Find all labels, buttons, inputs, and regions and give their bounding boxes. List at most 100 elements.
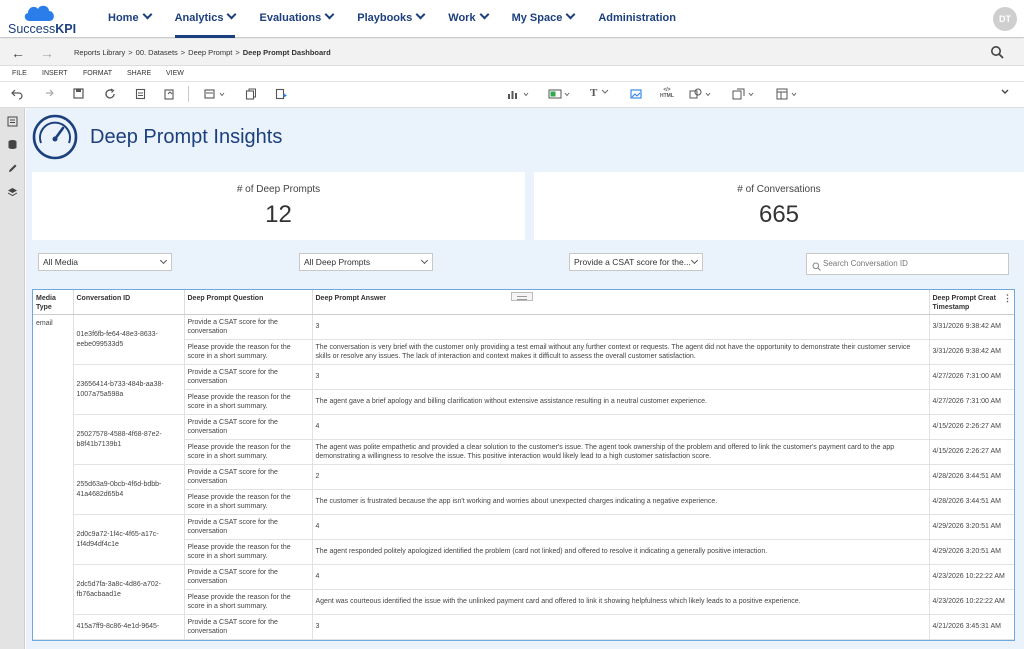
menu-file[interactable]: FILE — [12, 70, 27, 77]
menu-insert[interactable]: INSERT — [42, 70, 68, 77]
chart-icon[interactable] — [507, 88, 531, 100]
conversation-id-cell[interactable]: 2d0c9a72-1f4c-4f65-a17c-1f4d94df4c1e — [73, 514, 185, 565]
question-cell: Provide a CSAT score for the conversatio… — [184, 464, 313, 490]
nav-my-space[interactable]: My Space — [500, 0, 587, 38]
shapes-icon[interactable] — [689, 88, 713, 100]
timestamp-cell: 4/27/2026 7:31:00 AM — [929, 389, 1014, 415]
conversation-search-input[interactable]: Search Conversation ID — [806, 253, 1009, 275]
add-dataset-icon[interactable] — [204, 88, 226, 100]
kpi-value: 665 — [758, 201, 800, 228]
brand-name: SuccessKPI — [8, 22, 76, 36]
col-answer[interactable]: Deep Prompt Answer — [312, 290, 930, 315]
conversation-id-cell[interactable]: 01e3f6fb-fe64-48e3-8633-eebe099533d5 — [73, 314, 185, 365]
col-conversation-id[interactable]: Conversation ID — [73, 290, 185, 315]
chevron-down-icon — [415, 9, 426, 20]
nav-playbooks[interactable]: Playbooks — [345, 0, 436, 38]
nav-administration[interactable]: Administration — [586, 0, 688, 38]
nav-label: My Space — [511, 12, 563, 24]
answer-cell: The agent gave a brief apology and billi… — [312, 389, 930, 415]
question-cell: Please provide the reason for the score … — [184, 489, 313, 515]
chevron-down-icon — [142, 9, 153, 20]
text-icon[interactable]: T — [590, 87, 610, 99]
search-icon — [812, 259, 821, 279]
answer-cell: 4 — [312, 564, 930, 590]
conversation-id-cell[interactable]: 25027578-4588-4f68-87e2-b8f41b7139b1 — [73, 414, 185, 465]
answer-cell: The conversation is very brief with the … — [312, 339, 930, 365]
menu-view[interactable]: VIEW — [166, 70, 184, 77]
database-icon[interactable] — [7, 137, 18, 149]
search-icon[interactable] — [990, 45, 1004, 64]
new-page-icon[interactable] — [275, 88, 287, 100]
answer-cell: 3 — [312, 364, 930, 390]
search-placeholder: Search Conversation ID — [823, 259, 908, 268]
deep-prompt-filter[interactable]: All Deep Prompts — [299, 253, 433, 271]
question-filter[interactable]: Provide a CSAT score for the... — [569, 253, 703, 271]
app-logo[interactable]: SuccessKPI — [8, 3, 76, 36]
timestamp-cell: 4/23/2026 10:22:22 AM — [929, 589, 1014, 615]
question-cell: Provide a CSAT score for the conversatio… — [184, 314, 313, 340]
breadcrumb-item[interactable]: Reports Library — [74, 48, 125, 57]
answer-cell: The customer is frustrated because the a… — [312, 489, 930, 515]
back-arrow-icon[interactable]: ← — [11, 45, 25, 61]
col-media-type[interactable]: Media Type — [33, 290, 74, 315]
kpi-deep-prompts: # of Deep Prompts 12 — [32, 172, 525, 240]
brand-light: Success — [8, 22, 56, 36]
filter-icon[interactable] — [732, 88, 756, 100]
pages-icon[interactable] — [7, 114, 18, 127]
copy-icon[interactable] — [245, 88, 257, 100]
pencil-icon[interactable] — [7, 161, 18, 172]
html-icon[interactable]: </> HTML — [660, 87, 674, 99]
export-icon[interactable] — [163, 88, 175, 100]
nav-analytics[interactable]: Analytics — [163, 0, 248, 38]
conversation-id-cell[interactable]: 415a7ff9-8c86-4e1d-9645- — [73, 614, 185, 640]
collapse-toolbar-icon[interactable] — [1000, 88, 1010, 96]
question-cell: Please provide the reason for the score … — [184, 539, 313, 565]
menu-share[interactable]: SHARE — [127, 70, 151, 77]
refresh-icon[interactable] — [104, 88, 116, 100]
undo-icon[interactable] — [11, 88, 23, 100]
page-title: Deep Prompt Insights — [90, 126, 283, 148]
nav-evaluations[interactable]: Evaluations — [247, 0, 345, 38]
table-row[interactable]: 23656414-b733-484b-aa38-1007a75a598a Prov… — [33, 364, 1014, 415]
breadcrumb-item[interactable]: 00. Datasets — [136, 48, 178, 57]
table-row[interactable]: 2dc5d7fa-3a8c-4d86-a702-fb76acbaad1e Prov… — [33, 564, 1014, 615]
kpi-icon[interactable] — [548, 88, 572, 100]
answer-cell: 3 — [312, 314, 930, 340]
drag-handle[interactable] — [511, 292, 533, 301]
deep-prompt-table: Media Type Conversation ID Deep Prompt Q… — [32, 289, 1015, 641]
conversation-id-cell[interactable]: 23656414-b733-484b-aa38-1007a75a598a — [73, 364, 185, 415]
data-icon[interactable] — [135, 88, 147, 100]
redo-icon[interactable] — [42, 88, 54, 100]
answer-cell: 3 — [312, 614, 930, 640]
table-row[interactable]: 415a7ff9-8c86-4e1d-9645- Provide a CSAT s… — [33, 614, 1014, 640]
chevron-down-icon — [479, 9, 490, 20]
col-question[interactable]: Deep Prompt Question — [184, 290, 313, 315]
nav-home[interactable]: Home — [96, 0, 163, 38]
layers-icon[interactable] — [7, 185, 18, 197]
breadcrumb-item[interactable]: Deep Prompt — [188, 48, 232, 57]
conversation-id-cell[interactable]: 2dc5d7fa-3a8c-4d86-a702-fb76acbaad1e — [73, 564, 185, 615]
forward-arrow-icon[interactable]: → — [40, 45, 54, 61]
title-row: Deep Prompt Insights — [32, 114, 1012, 164]
nav-work[interactable]: Work — [436, 0, 499, 38]
table-row[interactable]: email 01e3f6fb-fe64-48e3-8633-eebe099533d… — [33, 314, 1014, 640]
menu-format[interactable]: FORMAT — [83, 70, 112, 77]
breadcrumb-separator: > — [180, 48, 186, 57]
kpi-conversations: # of Conversations 665 — [534, 172, 1024, 240]
table-row[interactable]: 255d63a9-0bcb-4f6d-bdbb-41a4682d65b4 Prov… — [33, 464, 1014, 515]
layout-icon[interactable] — [776, 88, 800, 100]
col-timestamp[interactable]: Deep Prompt Creat Timestamp ⋮ — [929, 290, 1014, 315]
save-icon[interactable] — [73, 88, 84, 99]
top-nav: SuccessKPI Home Analytics Evaluations Playb… — [0, 0, 1024, 38]
question-cell: Provide a CSAT score for the conversatio… — [184, 414, 313, 440]
media-filter[interactable]: All Media — [38, 253, 172, 271]
image-icon[interactable] — [630, 88, 642, 100]
table-row[interactable]: 25027578-4588-4f68-87e2-b8f41b7139b1 Prov… — [33, 414, 1014, 465]
table-row[interactable]: 2d0c9a72-1f4c-4f65-a17c-1f4d94df4c1e Prov… — [33, 514, 1014, 565]
breadcrumb-bar: ← → Reports Library >00. Datasets > Deep Pr… — [0, 40, 1024, 66]
conversation-id-cell[interactable]: 255d63a9-0bcb-4f6d-bdbb-41a4682d65b4 — [73, 464, 185, 515]
answer-cell: 4 — [312, 514, 930, 540]
breadcrumb-separator: > — [128, 48, 133, 57]
avatar[interactable]: DT — [993, 7, 1017, 31]
more-options-icon[interactable]: ⋮ — [1003, 294, 1012, 303]
